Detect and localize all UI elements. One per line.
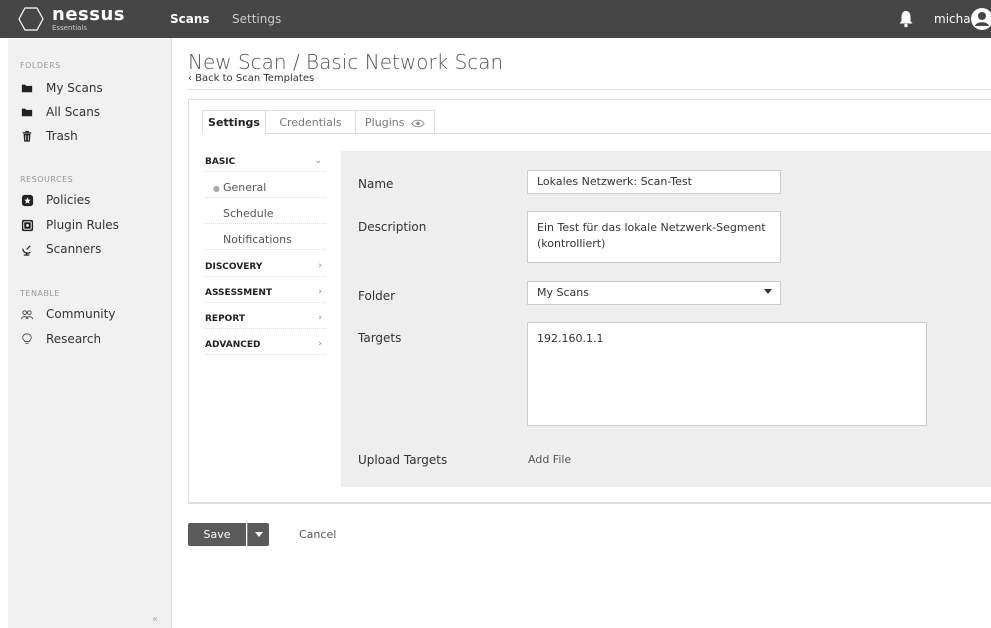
chevron-right-icon: › xyxy=(318,339,322,349)
radar-icon xyxy=(20,242,34,256)
upload-targets-label: Upload Targets xyxy=(358,453,448,467)
sidebar-item-all-scans[interactable]: All Scans xyxy=(20,102,100,122)
subnav-notifications[interactable]: Notifications xyxy=(205,230,326,250)
sidebar-item-plugin-rules[interactable]: Plugin Rules xyxy=(20,215,119,235)
page-title: New Scan / Basic Network Scan xyxy=(188,50,504,74)
cancel-button[interactable]: Cancel xyxy=(299,528,336,541)
sidebar-item-label: Scanners xyxy=(46,242,102,256)
caret-down-icon xyxy=(764,289,772,294)
folder-select[interactable]: My Scans xyxy=(527,281,781,305)
collapse-sidebar-icon[interactable]: « xyxy=(152,614,158,625)
nav-settings[interactable]: Settings xyxy=(232,12,281,26)
top-bar: nessus Essentials Scans Settings micha xyxy=(0,0,991,38)
name-input[interactable]: Lokales Netzwerk: Scan-Test xyxy=(527,170,781,194)
avatar[interactable] xyxy=(971,8,991,30)
title-divider xyxy=(188,89,991,90)
targets-textarea[interactable]: 192.160.1.1 xyxy=(527,322,927,426)
sidebar-item-community[interactable]: Community xyxy=(20,304,115,324)
user-icon xyxy=(975,12,989,26)
subnav-schedule[interactable]: Schedule xyxy=(205,204,326,224)
resources-heading: RESOURCES xyxy=(20,175,74,184)
save-options-dropdown[interactable] xyxy=(247,523,269,546)
nessus-logo[interactable]: nessus Essentials xyxy=(18,4,142,33)
chevron-right-icon: › xyxy=(318,261,322,271)
sidebar-item-label: Policies xyxy=(46,193,91,207)
bullet-icon: ● xyxy=(213,184,220,193)
targets-label: Targets xyxy=(358,331,402,345)
sidebar-item-label: All Scans xyxy=(46,105,101,119)
sidebar-item-label: Community xyxy=(46,307,116,321)
user-name[interactable]: micha xyxy=(934,12,971,26)
trash-icon xyxy=(20,129,34,143)
panel-divider xyxy=(188,503,991,504)
general-settings-form: Name Lokales Netzwerk: Scan-Test Descrip… xyxy=(341,151,991,487)
folder-icon xyxy=(20,81,34,95)
subnav-advanced[interactable]: ADVANCED › xyxy=(205,335,326,355)
tab-plugins[interactable]: Plugins xyxy=(355,110,435,134)
sidebar-item-scanners[interactable]: Scanners xyxy=(20,239,101,259)
sidebar-item-label: Plugin Rules xyxy=(46,218,119,232)
tab-settings[interactable]: Settings xyxy=(202,110,266,134)
folder-select-value: My Scans xyxy=(537,286,589,299)
logo-subtitle: Essentials xyxy=(52,24,88,32)
subnav-discovery[interactable]: DISCOVERY › xyxy=(205,257,326,277)
add-file-link[interactable]: Add File xyxy=(528,453,571,466)
sidebar-item-my-scans[interactable]: My Scans xyxy=(20,78,103,98)
lightbulb-icon xyxy=(20,332,34,346)
bell-icon[interactable] xyxy=(898,10,914,28)
save-button[interactable]: Save xyxy=(188,523,246,546)
folder-icon xyxy=(20,105,34,119)
eye-icon xyxy=(411,119,425,127)
folder-label: Folder xyxy=(358,289,396,303)
plugin-icon xyxy=(20,218,34,232)
logo-name: nessus xyxy=(52,4,125,25)
chevron-right-icon: › xyxy=(318,287,322,297)
subnav-general[interactable]: ● General xyxy=(205,178,326,198)
back-to-templates-link[interactable]: ‹ Back to Scan Templates xyxy=(188,73,314,84)
sidebar-item-trash[interactable]: Trash xyxy=(20,126,78,146)
nav-scans[interactable]: Scans xyxy=(170,12,210,26)
sidebar: FOLDERS My Scans All Scans Trash RESOURC… xyxy=(8,38,172,628)
hexagon-logo-icon xyxy=(18,7,44,31)
subnav-assessment[interactable]: ASSESSMENT › xyxy=(205,283,326,303)
shield-icon xyxy=(20,193,34,207)
description-label: Description xyxy=(358,220,427,234)
tenable-heading: TENABLE xyxy=(20,289,60,298)
chevron-down-icon: ⌄ xyxy=(314,156,322,166)
people-icon xyxy=(20,307,34,321)
tab-credentials[interactable]: Credentials xyxy=(265,110,356,134)
sidebar-item-research[interactable]: Research xyxy=(20,329,101,349)
sidebar-item-label: Research xyxy=(46,332,102,346)
description-textarea[interactable]: Ein Test für das lokale Netzwerk-Segment… xyxy=(527,211,781,263)
name-label: Name xyxy=(358,177,394,191)
subnav-basic[interactable]: BASIC ⌄ xyxy=(205,152,326,172)
chevron-right-icon: › xyxy=(318,313,322,323)
sidebar-item-label: My Scans xyxy=(46,81,103,95)
sidebar-item-label: Trash xyxy=(46,129,78,143)
subnav-report[interactable]: REPORT › xyxy=(205,309,326,329)
folders-heading: FOLDERS xyxy=(20,61,61,70)
sidebar-item-policies[interactable]: Policies xyxy=(20,190,90,210)
